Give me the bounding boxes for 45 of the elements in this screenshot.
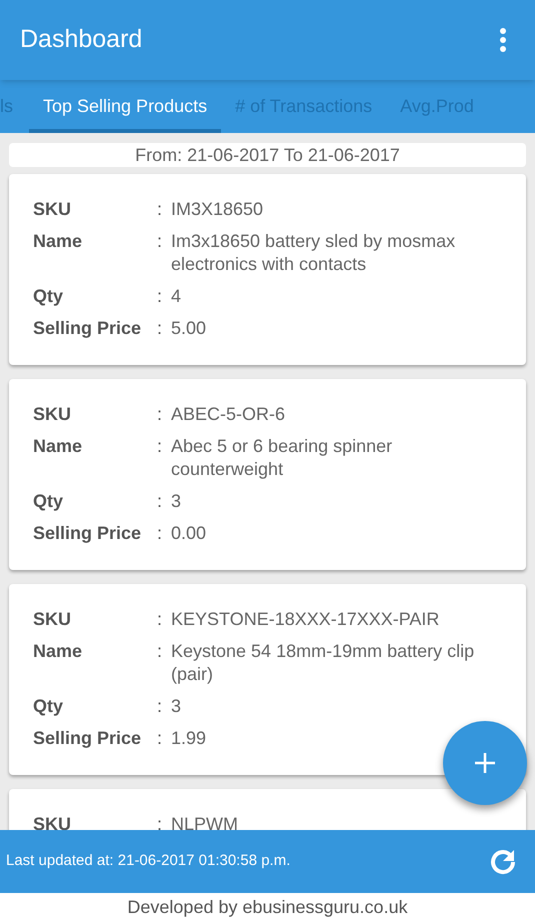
colon: : [157, 317, 164, 340]
app-title: Dashboard [20, 24, 142, 56]
field-label: SKU [33, 608, 72, 631]
field-value: 3 [171, 491, 182, 511]
field-label: SKU [33, 198, 72, 221]
colon: : [157, 608, 164, 631]
field-value: 4 [171, 286, 182, 306]
field-label: Name [33, 230, 84, 253]
field-label: Name [33, 435, 84, 458]
field-label: Selling Price [33, 727, 142, 750]
colon: : [157, 813, 164, 830]
field-label: Qty [33, 285, 64, 308]
field-value: KEYSTONE-18XXX-17XXX-PAIR [171, 609, 440, 629]
colon: : [157, 285, 164, 308]
field-value: ABEC-5-OR-6 [171, 404, 286, 424]
field-value: IM3X18650 [171, 199, 264, 219]
colon: : [157, 198, 164, 221]
field-label: Name [33, 640, 84, 663]
developer-credit: Developed by ebusinessguru.co.uk [127, 896, 408, 919]
colon: : [157, 695, 164, 718]
colon: : [157, 435, 164, 458]
field-label: Selling Price [33, 317, 142, 340]
field-label: Selling Price [33, 522, 142, 545]
colon: : [157, 403, 164, 426]
field-value: Keystone 54 18mm-19mm battery clip (pair) [171, 641, 474, 684]
field-value: 3 [171, 696, 182, 716]
field-value: Im3x18650 battery sled by mosmax electronics with contacts [171, 231, 456, 274]
last-updated-text: Last updated at: 21-06-2017 01:30:58 p.m. [6, 851, 290, 872]
field-value: 1.99 [171, 728, 206, 748]
field-label: SKU [33, 813, 72, 830]
plus-icon [474, 752, 496, 774]
field-value: 5.00 [171, 318, 206, 338]
colon: : [157, 490, 164, 513]
colon: : [157, 640, 164, 663]
more-menu-icon[interactable] [499, 27, 507, 53]
field-label: Qty [33, 490, 64, 513]
field-label: Qty [33, 695, 64, 718]
colon: : [157, 727, 164, 750]
field-value: Abec 5 or 6 bearing spinner counterweight [171, 436, 392, 479]
colon: : [157, 522, 164, 545]
colon: : [157, 230, 164, 253]
field-value: 0.00 [171, 523, 206, 543]
date-range: From: 21-06-2017 To 21-06-2017 [9, 143, 526, 167]
field-value: NLPWM [171, 814, 238, 830]
field-label: SKU [33, 403, 72, 426]
